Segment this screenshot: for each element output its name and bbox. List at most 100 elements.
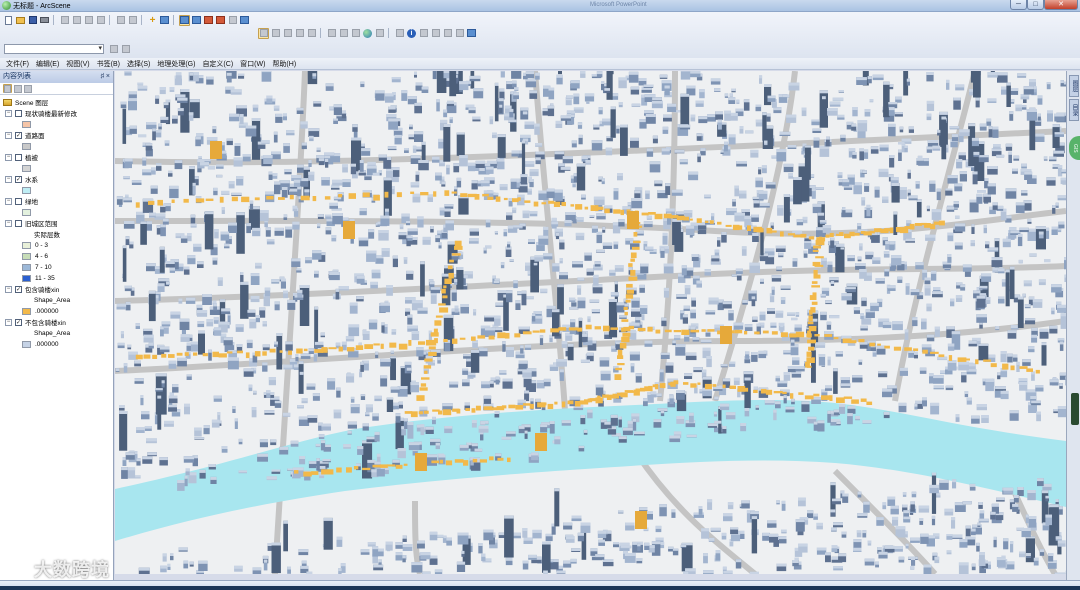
- legend-class[interactable]: 7 - 10: [22, 262, 52, 272]
- list-by-source-button[interactable]: [13, 84, 22, 93]
- menu-edit[interactable]: 编辑(E): [36, 59, 59, 69]
- zoom-target-tool[interactable]: [294, 28, 305, 39]
- layer-visibility-checkbox[interactable]: ✓: [15, 131, 22, 139]
- layer-option2-button[interactable]: [120, 44, 131, 55]
- close-button[interactable]: ✕: [1044, 0, 1078, 10]
- layer-visibility-checkbox[interactable]: [15, 153, 22, 161]
- layer-visibility-checkbox[interactable]: ✓: [15, 318, 22, 326]
- toc-toggle-button[interactable]: [179, 14, 190, 26]
- pan-tool[interactable]: [350, 28, 361, 39]
- scene-view[interactable]: [115, 71, 1066, 574]
- animation-tool[interactable]: [454, 28, 465, 39]
- toc-layer-7[interactable]: − ✓ 不包含骑楼xin: [5, 317, 66, 327]
- legend-class[interactable]: [22, 163, 35, 173]
- catalog-button[interactable]: [191, 15, 202, 26]
- layer-visibility-checkbox[interactable]: ✓: [15, 285, 22, 293]
- zoom-in-tool[interactable]: [326, 28, 337, 39]
- menu-selection[interactable]: 选择(S): [127, 59, 150, 69]
- legend-class[interactable]: .000000: [22, 339, 59, 349]
- toc-layer-5[interactable]: − 旧城区范围: [5, 218, 58, 228]
- expand-toggle[interactable]: −: [5, 318, 12, 326]
- legend-swatch[interactable]: [22, 164, 31, 172]
- toc-layer-3[interactable]: − ✓ 水系: [5, 174, 38, 184]
- menu-customize[interactable]: 自定义(C): [202, 59, 233, 69]
- menu-help[interactable]: 帮助(H): [272, 59, 296, 69]
- search-window-button[interactable]: [203, 15, 214, 26]
- observer-tool[interactable]: [306, 28, 317, 39]
- expand-toggle[interactable]: −: [5, 109, 12, 117]
- scene-layers-root[interactable]: Scene 图层: [3, 97, 48, 107]
- copy-button[interactable]: [71, 15, 82, 26]
- dock-tab-catalog[interactable]: 目录: [1069, 99, 1079, 121]
- legend-swatch[interactable]: [22, 142, 31, 150]
- find-tool[interactable]: [430, 28, 441, 39]
- expand-toggle[interactable]: −: [5, 197, 12, 205]
- legend-class[interactable]: 4 - 6: [22, 251, 48, 261]
- add-data-button[interactable]: +: [147, 15, 158, 26]
- legend-swatch[interactable]: [22, 120, 31, 128]
- select-elements-tool[interactable]: [394, 28, 405, 39]
- full-extent-button[interactable]: [362, 28, 373, 39]
- legend-class[interactable]: 11 - 35: [22, 273, 55, 283]
- legend-class[interactable]: [22, 141, 35, 151]
- gis-badge[interactable]: GIS: [1069, 136, 1080, 160]
- measure-tool[interactable]: [442, 28, 453, 39]
- legend-swatch[interactable]: [22, 274, 31, 282]
- print-button[interactable]: [39, 15, 50, 26]
- save-button[interactable]: [27, 15, 38, 26]
- list-by-visibility-button[interactable]: [23, 84, 32, 93]
- cut-button[interactable]: [59, 15, 70, 26]
- toc-layer-6[interactable]: − ✓ 包含骑楼xin: [5, 284, 59, 294]
- navigate-tool[interactable]: [258, 27, 269, 39]
- delete-button[interactable]: [95, 15, 106, 26]
- scene-properties-button[interactable]: [159, 15, 170, 26]
- legend-class[interactable]: .000000: [22, 306, 59, 316]
- redo-button[interactable]: [127, 15, 138, 26]
- expand-toggle[interactable]: −: [5, 175, 12, 183]
- legend-swatch[interactable]: [22, 252, 31, 260]
- legend-swatch[interactable]: [22, 241, 31, 249]
- expand-toggle[interactable]: −: [5, 285, 12, 293]
- legend-class[interactable]: 0 - 3: [22, 240, 48, 250]
- new-doc-button[interactable]: [3, 15, 14, 26]
- toc-layer-2[interactable]: − 植被: [5, 152, 38, 162]
- menu-geoprocessing[interactable]: 地理处理(G): [157, 59, 195, 69]
- fly-tool[interactable]: [270, 28, 281, 39]
- legend-class[interactable]: [22, 207, 35, 217]
- maximize-button[interactable]: □: [1027, 0, 1044, 10]
- layer-extent-button[interactable]: [374, 28, 385, 39]
- minimize-button[interactable]: ─: [1010, 0, 1027, 10]
- legend-swatch[interactable]: [22, 307, 31, 315]
- expand-toggle[interactable]: −: [5, 153, 12, 161]
- html-popup-tool[interactable]: [418, 28, 429, 39]
- settings-tool[interactable]: [466, 28, 477, 39]
- legend-swatch[interactable]: [22, 263, 31, 271]
- layer-visibility-checkbox[interactable]: [15, 109, 22, 117]
- toc-pin-close[interactable]: ♯ ×: [100, 71, 110, 83]
- menu-file[interactable]: 文件(F): [6, 59, 29, 69]
- menu-bookmarks[interactable]: 书签(B): [97, 59, 120, 69]
- modelbuilder-button[interactable]: [239, 15, 250, 26]
- layer-visibility-checkbox[interactable]: ✓: [15, 175, 22, 183]
- zoom-out-tool[interactable]: [338, 28, 349, 39]
- expand-toggle[interactable]: −: [5, 219, 12, 227]
- toc-layer-4[interactable]: − 绿地: [5, 196, 38, 206]
- legend-class[interactable]: [22, 119, 35, 129]
- legend-swatch[interactable]: [22, 208, 31, 216]
- arctoolbox-button[interactable]: [215, 15, 226, 26]
- open-button[interactable]: [15, 15, 26, 26]
- dock-tab-layers[interactable]: 图层: [1069, 75, 1079, 97]
- layer-visibility-checkbox[interactable]: [15, 219, 22, 227]
- toc-layer-0[interactable]: − 现状骑楼最新修改: [5, 108, 77, 118]
- legend-swatch[interactable]: [22, 340, 31, 348]
- paste-button[interactable]: [83, 15, 94, 26]
- legend-swatch[interactable]: [22, 186, 31, 194]
- undo-button[interactable]: [115, 15, 126, 26]
- layer-visibility-checkbox[interactable]: [15, 197, 22, 205]
- python-button[interactable]: [227, 15, 238, 26]
- expand-toggle[interactable]: −: [5, 131, 12, 139]
- legend-class[interactable]: [22, 185, 35, 195]
- menu-windows[interactable]: 窗口(W): [240, 59, 265, 69]
- toc-layer-1[interactable]: − ✓ 道路面: [5, 130, 45, 140]
- layer-combo[interactable]: [4, 44, 104, 54]
